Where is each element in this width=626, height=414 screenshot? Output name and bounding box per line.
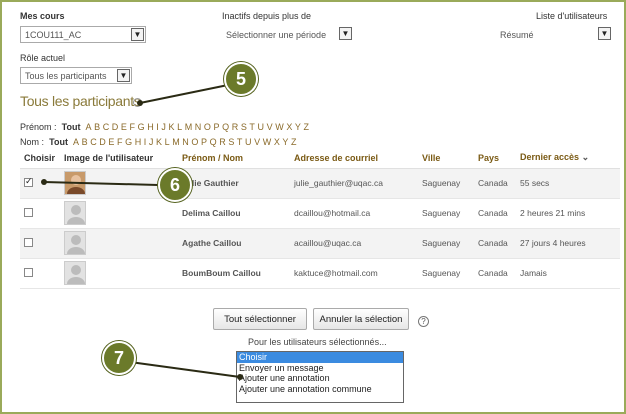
callout-badge: 6 bbox=[158, 168, 192, 202]
callout-badge: 7 bbox=[102, 341, 136, 375]
callout-connectors bbox=[41, 84, 243, 380]
callout-badge: 5 bbox=[224, 62, 258, 96]
